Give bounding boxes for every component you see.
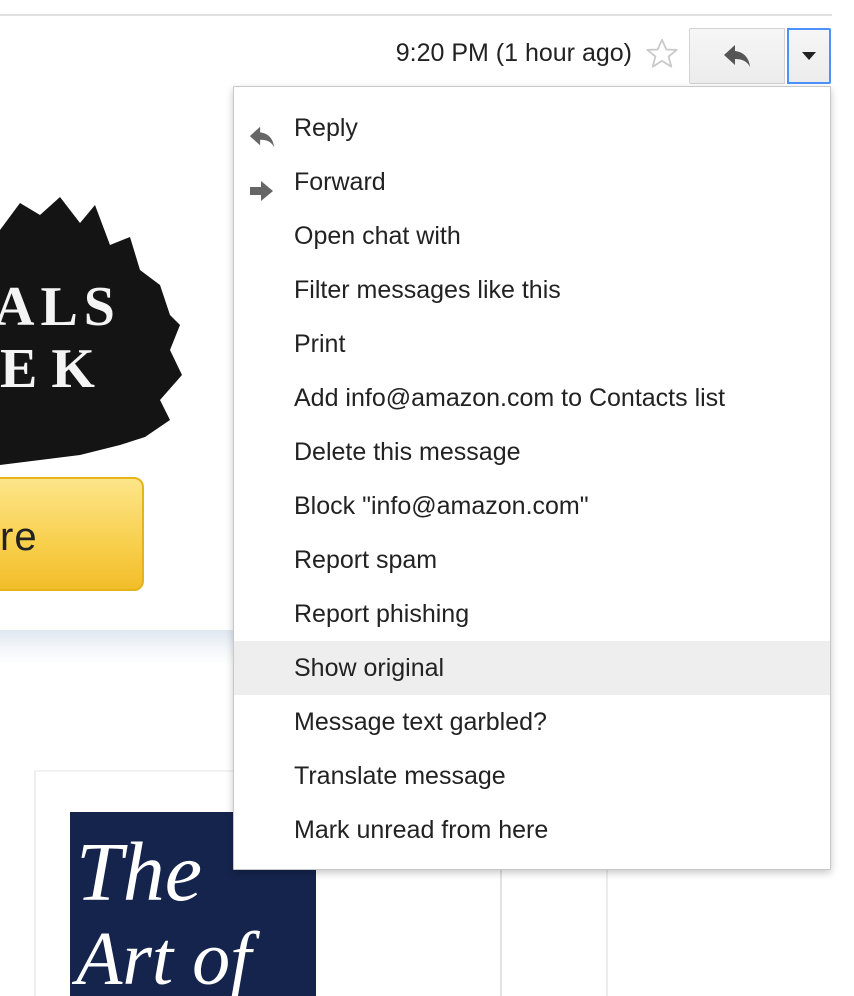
menu-item-label: Open chat with xyxy=(294,222,461,250)
menu-item-block-info-amazon-com[interactable]: Block "info@amazon.com" xyxy=(234,479,830,533)
book-title-line-1: The xyxy=(76,826,202,919)
book-title-line-2: Art of xyxy=(71,917,260,996)
message-actions-menu: Reply Forward Open chat with Filter message… xyxy=(233,86,831,870)
menu-item-forward[interactable]: Forward xyxy=(234,155,830,209)
column-divider xyxy=(606,870,608,996)
header-divider xyxy=(0,14,832,16)
menu-item-reply[interactable]: Reply xyxy=(234,101,830,155)
menu-item-label: Reply xyxy=(294,114,358,142)
menu-item-label: Print xyxy=(294,330,346,358)
menu-item-label: Forward xyxy=(294,168,386,196)
banner-text-line-1: ALS xyxy=(0,276,121,338)
menu-item-report-spam[interactable]: Report spam xyxy=(234,533,830,587)
menu-item-filter-messages-like-this[interactable]: Filter messages like this xyxy=(234,263,830,317)
menu-item-print[interactable]: Print xyxy=(234,317,830,371)
dropdown-caret-icon xyxy=(802,52,816,60)
promo-button-label: re xyxy=(0,515,38,559)
reply-icon xyxy=(248,115,276,148)
menu-item-label: Filter messages like this xyxy=(294,276,561,304)
menu-item-show-original[interactable]: Show original xyxy=(234,641,830,695)
forward-icon xyxy=(248,169,276,201)
message-timestamp: 9:20 PM (1 hour ago) xyxy=(395,39,632,67)
more-options-button[interactable] xyxy=(787,28,831,84)
section-separator xyxy=(0,630,240,666)
star-icon[interactable] xyxy=(644,36,680,72)
menu-item-label: Message text garbled? xyxy=(294,708,547,736)
menu-item-label: Block "info@amazon.com" xyxy=(294,492,589,520)
menu-item-delete-this-message[interactable]: Delete this message xyxy=(234,425,830,479)
reply-button[interactable] xyxy=(689,28,785,84)
reply-icon xyxy=(724,45,750,67)
menu-item-translate-message[interactable]: Translate message xyxy=(234,749,830,803)
menu-item-mark-unread-from-here[interactable]: Mark unread from here xyxy=(234,803,830,857)
menu-item-message-text-garbled[interactable]: Message text garbled? xyxy=(234,695,830,749)
menu-item-label: Translate message xyxy=(294,762,506,790)
menu-item-label: Show original xyxy=(294,654,445,682)
menu-item-label: Mark unread from here xyxy=(294,816,549,844)
menu-item-report-phishing[interactable]: Report phishing xyxy=(234,587,830,641)
banner-text-line-2: EK xyxy=(0,338,109,400)
menu-item-label: Report phishing xyxy=(294,600,470,628)
menu-item-open-chat-with[interactable]: Open chat with xyxy=(234,209,830,263)
menu-item-label: Add info@amazon.com to Contacts list xyxy=(294,384,726,412)
menu-item-label: Report spam xyxy=(294,546,438,574)
menu-item-add-info-amazon-com-to-contacts-list[interactable]: Add info@amazon.com to Contacts list xyxy=(234,371,830,425)
menu-item-label: Delete this message xyxy=(294,438,521,466)
